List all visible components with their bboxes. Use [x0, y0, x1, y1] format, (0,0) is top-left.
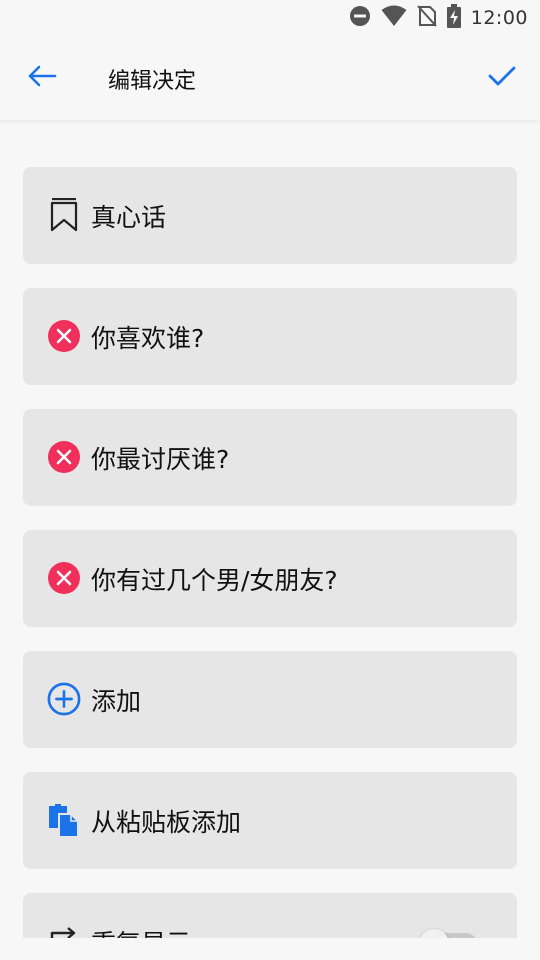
arrow-left-icon	[27, 64, 57, 92]
bookmark-icon	[47, 197, 81, 233]
item-label: 真心话	[91, 203, 167, 232]
status-icons: 12:00	[349, 0, 528, 36]
list-item-title[interactable]: 真心话	[23, 167, 517, 264]
clipboard-icon	[47, 802, 81, 838]
paste-from-clipboard-button[interactable]: 从粘贴板添加	[23, 772, 517, 869]
list-item: 你最讨厌谁?	[23, 409, 517, 506]
delete-circle-icon[interactable]	[47, 439, 81, 475]
add-item-button[interactable]: 添加	[23, 651, 517, 748]
status-bar: 12:00	[0, 0, 540, 36]
app-bar: 编辑决定	[0, 36, 540, 120]
repeat-display-label: 重复显示	[91, 924, 191, 938]
item-label[interactable]: 你喜欢谁?	[91, 319, 204, 355]
toggle-knob	[419, 929, 449, 938]
status-time: 12:00	[470, 7, 528, 29]
item-label[interactable]: 你有过几个男/女朋友?	[91, 561, 338, 597]
item-label[interactable]: 你最讨厌谁?	[91, 440, 229, 476]
do-not-disturb-icon	[349, 5, 371, 31]
delete-circle-icon[interactable]	[47, 560, 81, 596]
paste-label: 从粘贴板添加	[91, 808, 242, 837]
wifi-icon	[381, 5, 407, 31]
bottom-edge	[0, 938, 540, 960]
back-button[interactable]	[22, 60, 62, 96]
list-item: 你喜欢谁?	[23, 288, 517, 385]
confirm-button[interactable]	[482, 60, 522, 96]
list-item: 你有过几个男/女朋友?	[23, 530, 517, 627]
delete-circle-icon[interactable]	[47, 318, 81, 354]
checkmark-icon	[488, 65, 516, 91]
repeat-display-row[interactable]: 重复显示	[23, 893, 517, 938]
page-title: 编辑决定	[108, 69, 197, 94]
add-item-label: 添加	[91, 687, 142, 716]
battery-charging-icon	[446, 4, 461, 32]
add-circle-icon	[47, 681, 81, 717]
repeat-icon	[47, 923, 81, 938]
no-sim-icon	[416, 5, 437, 31]
decision-list: 真心话 你喜欢谁? 你最讨厌谁? 你有过几个男/女朋友? 添加 从粘贴板添加	[0, 120, 540, 938]
